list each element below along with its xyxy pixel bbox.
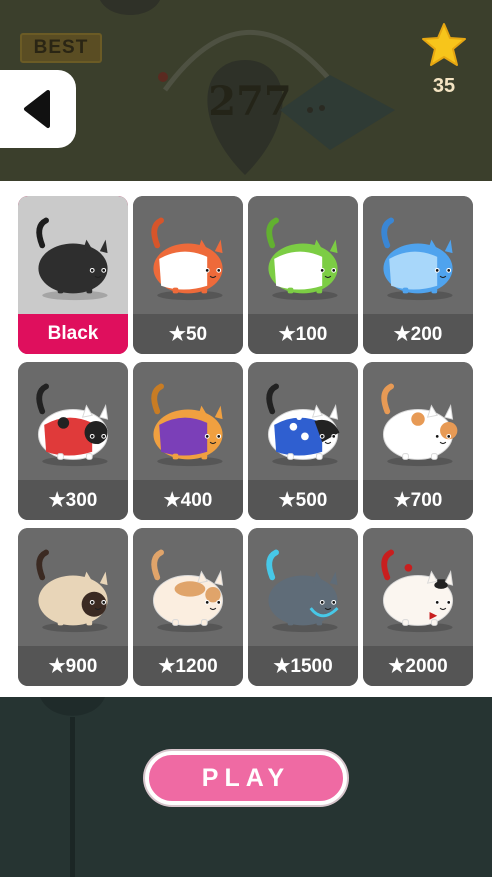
star-count: 35: [432, 75, 456, 97]
skin-price-label: ★2000: [363, 646, 473, 686]
skin-card[interactable]: ★400: [133, 362, 243, 520]
skin-card[interactable]: Black: [18, 196, 128, 354]
skin-price-label: ★50: [133, 314, 243, 354]
skin-price-label: ★900: [18, 646, 128, 686]
skin-card[interactable]: ★1200: [133, 528, 243, 686]
star-counter: 35: [418, 22, 470, 98]
skin-price-label: ★700: [363, 480, 473, 520]
cat-skin-icon: [363, 528, 473, 646]
cat-skin-icon: [18, 196, 128, 314]
back-button[interactable]: [0, 70, 76, 148]
skin-card[interactable]: ★700: [363, 362, 473, 520]
skin-card[interactable]: ★500: [248, 362, 358, 520]
skin-card[interactable]: ★100: [248, 196, 358, 354]
cat-skin-icon: [248, 528, 358, 646]
skin-price-label: ★1200: [133, 646, 243, 686]
play-button[interactable]: PLAY: [145, 751, 347, 805]
skin-price-label: ★100: [248, 314, 358, 354]
cat-skin-icon: [18, 528, 128, 646]
skin-price-label: ★300: [18, 480, 128, 520]
cat-skin-icon: [133, 528, 243, 646]
back-arrow-icon: [24, 90, 50, 128]
skin-card[interactable]: ★1500: [248, 528, 358, 686]
skin-price-label: ★200: [363, 314, 473, 354]
skin-card[interactable]: ★300: [18, 362, 128, 520]
cat-skin-icon: [363, 362, 473, 480]
skin-card[interactable]: ★2000: [363, 528, 473, 686]
skin-price-label: ★500: [248, 480, 358, 520]
cat-skin-icon: [248, 196, 358, 314]
cat-skin-icon: [248, 362, 358, 480]
cat-skin-icon: [133, 196, 243, 314]
skin-card[interactable]: ★200: [363, 196, 473, 354]
skin-price-label: ★1500: [248, 646, 358, 686]
skin-price-label: ★400: [133, 480, 243, 520]
skin-grid: Black ★50 ★100 ★200 ★300 ★400 ★500 ★700 …: [18, 196, 473, 686]
cat-skin-icon: [363, 196, 473, 314]
star-icon: [422, 23, 466, 66]
skin-card[interactable]: ★900: [18, 528, 128, 686]
current-score: 277: [208, 78, 292, 125]
cat-skin-icon: [18, 362, 128, 480]
best-score-badge: BEST: [20, 33, 102, 63]
skin-selection-panel: Black ★50 ★100 ★200 ★300 ★400 ★500 ★700 …: [0, 181, 492, 697]
skin-price-label: Black: [18, 314, 128, 354]
skin-card[interactable]: ★50: [133, 196, 243, 354]
cat-skin-icon: [133, 362, 243, 480]
